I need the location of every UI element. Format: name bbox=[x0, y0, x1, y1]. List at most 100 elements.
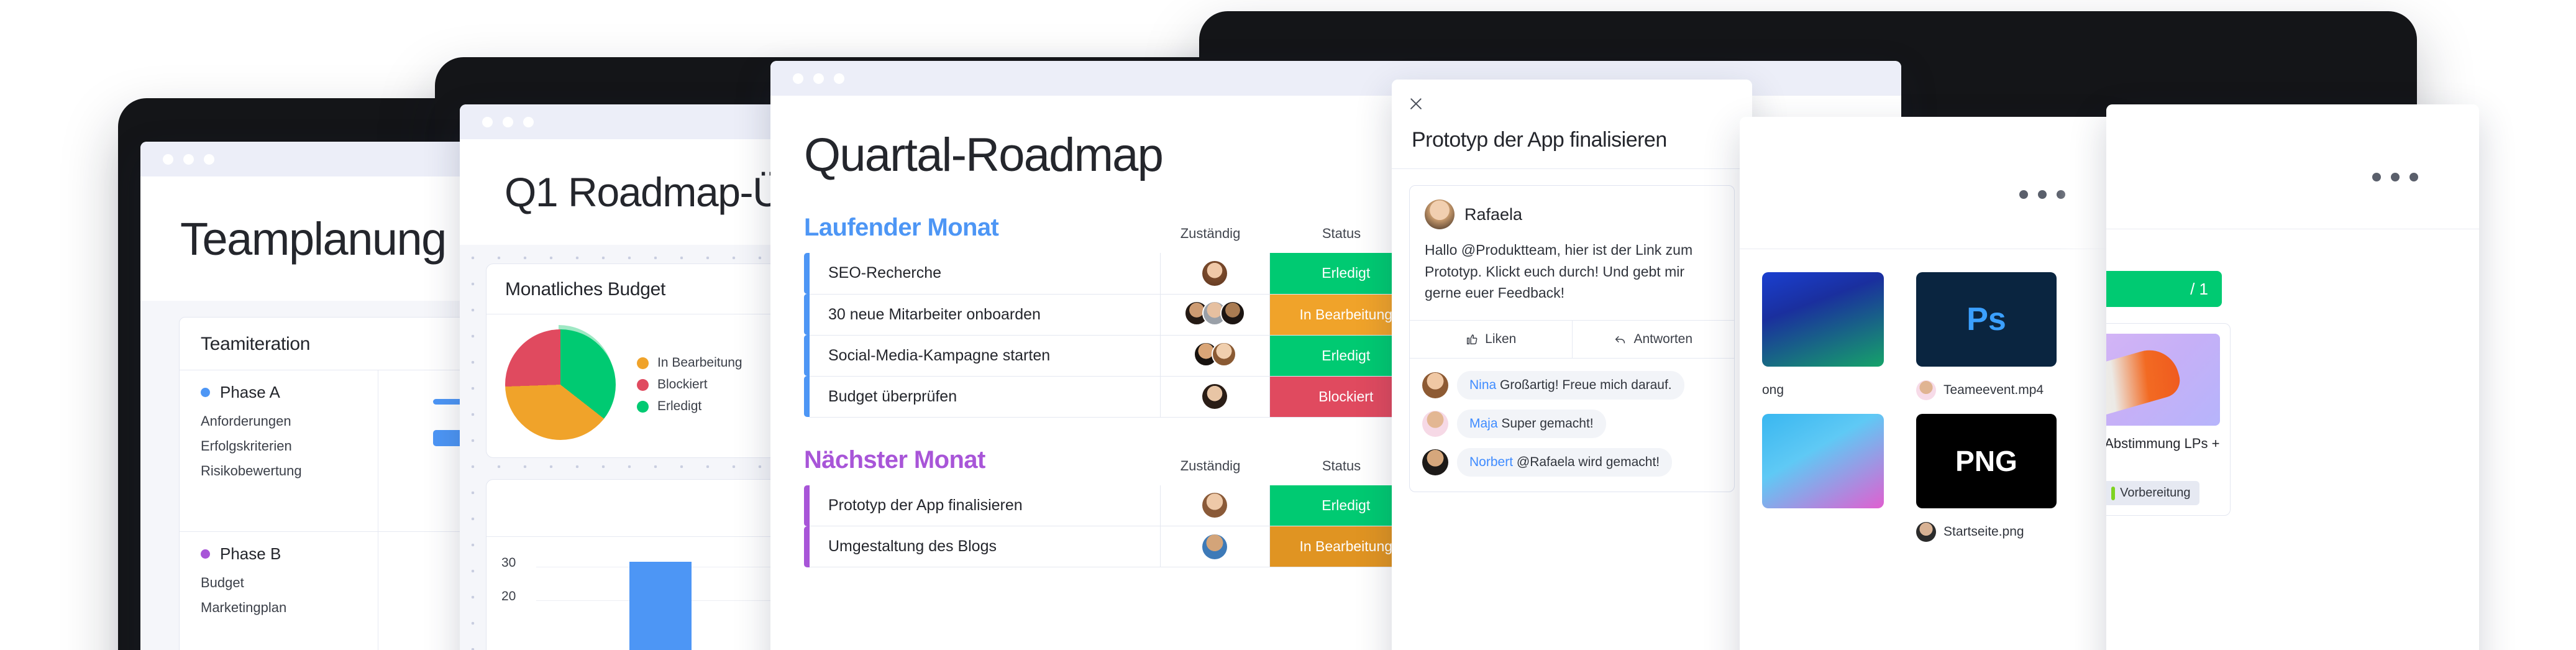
gantt-task[interactable]: Marketingplan bbox=[201, 600, 378, 616]
cell-task-name[interactable]: Prototyp der App finalisieren bbox=[810, 485, 1161, 526]
file-tile[interactable] bbox=[1762, 272, 1884, 367]
window-dot-minimize[interactable] bbox=[183, 153, 194, 165]
widget-title bbox=[505, 495, 796, 516]
reply-item[interactable]: Nina Großartig! Freue mich darauf. bbox=[1422, 370, 1722, 400]
avatar[interactable] bbox=[1422, 410, 1448, 437]
cell-task-name[interactable]: SEO-Recherche bbox=[810, 253, 1161, 295]
reply-author[interactable]: Nina bbox=[1469, 378, 1496, 392]
file-tile[interactable]: Ps bbox=[1916, 272, 2057, 367]
file-tile[interactable] bbox=[1762, 414, 1884, 508]
cell-responsible[interactable] bbox=[1160, 526, 1270, 567]
gantt-task[interactable]: Erfolgskriterien bbox=[201, 438, 378, 454]
kanban-card[interactable]: nding - Abstimmung LPs + Minisite ittel … bbox=[2106, 323, 2231, 516]
window-dot-maximize[interactable] bbox=[204, 153, 214, 165]
update-author-name: Rafaela bbox=[1464, 204, 1523, 224]
cell-task-name[interactable]: Social-Media-Kampagne starten bbox=[810, 335, 1161, 377]
y-tick-label: 30 bbox=[501, 556, 516, 570]
pie-chart[interactable] bbox=[503, 325, 616, 440]
table-laufender-monat: SEO-Recherche Erledigt 30 neue Mitarbeit… bbox=[804, 253, 1422, 418]
file-thumbnail-image[interactable] bbox=[1762, 414, 1884, 508]
avatar[interactable] bbox=[1202, 493, 1227, 518]
avatar[interactable] bbox=[1422, 372, 1448, 398]
file-thumbnail-image[interactable] bbox=[1762, 272, 1884, 367]
window-dot-close[interactable] bbox=[163, 153, 173, 165]
cell-task-name[interactable]: Umgestaltung des Blogs bbox=[810, 526, 1161, 567]
avatar[interactable] bbox=[1211, 341, 1236, 367]
file-thumbnail-png[interactable]: PNG bbox=[1916, 414, 2057, 508]
cell-responsible[interactable] bbox=[1160, 294, 1270, 336]
bar-chart[interactable]: 30 20 bbox=[486, 537, 815, 650]
avatar[interactable] bbox=[1422, 449, 1448, 475]
bar-series-1[interactable] bbox=[629, 562, 692, 650]
gantt-task[interactable]: Risikobewertung bbox=[201, 463, 378, 479]
pie-legend: In Bearbeitung Blockiert Erledigt bbox=[637, 349, 742, 421]
table-row[interactable]: Social-Media-Kampagne starten Erledigt bbox=[804, 335, 1422, 377]
reply-text: Großartig! Freue mich darauf. bbox=[1500, 377, 1672, 392]
window-dot-minimize[interactable] bbox=[503, 116, 513, 127]
avatar[interactable] bbox=[1220, 300, 1245, 326]
dot-icon bbox=[2019, 190, 2028, 199]
group-color-bar bbox=[804, 335, 810, 376]
avatar-group[interactable] bbox=[1193, 341, 1236, 367]
window-dot-minimize[interactable] bbox=[813, 73, 824, 84]
table-row[interactable]: Umgestaltung des Blogs In Bearbeitung bbox=[804, 526, 1422, 567]
file-name: Startseite.png bbox=[1943, 524, 2024, 539]
avatar[interactable] bbox=[1202, 534, 1227, 559]
panel-close-area bbox=[1392, 80, 1752, 112]
more-options-button[interactable] bbox=[2372, 173, 2418, 181]
legend-item[interactable]: In Bearbeitung bbox=[637, 355, 742, 370]
cell-responsible[interactable] bbox=[1160, 335, 1270, 377]
reply-item[interactable]: Norbert @Rafaela wird gemacht! bbox=[1422, 447, 1722, 477]
sneaker-image bbox=[2106, 343, 2184, 423]
avatar-group[interactable] bbox=[1184, 300, 1245, 326]
gantt-task-column: Phase A Anforderungen Erfolgskriterien R… bbox=[180, 370, 378, 650]
reply-item[interactable]: Maja Super gemacht! bbox=[1422, 409, 1722, 438]
reply-arrow-icon bbox=[1615, 336, 1625, 343]
legend-item[interactable]: Erledigt bbox=[637, 399, 742, 414]
widget-body: In Bearbeitung Blockiert Erledigt bbox=[486, 314, 815, 457]
table-row[interactable]: Budget überprüfen Blockiert bbox=[804, 376, 1422, 418]
avatar[interactable] bbox=[1916, 522, 1936, 542]
gantt-group-phase-b[interactable]: Phase B Budget Marketingplan bbox=[180, 532, 378, 650]
gantt-task[interactable]: Budget bbox=[201, 575, 378, 591]
kanban-card-title: nding - Abstimmung LPs + Minisite bbox=[2106, 436, 2220, 451]
more-options-button[interactable] bbox=[2019, 190, 2065, 199]
reply-button[interactable]: Antworten bbox=[1571, 320, 1735, 358]
avatar[interactable] bbox=[1425, 199, 1455, 229]
file-thumbnail-photoshop[interactable]: Ps bbox=[1916, 272, 2057, 367]
window-dot-maximize[interactable] bbox=[523, 116, 534, 127]
cell-responsible[interactable] bbox=[1160, 485, 1270, 526]
avatar[interactable] bbox=[1916, 380, 1936, 400]
window-dot-close[interactable] bbox=[793, 73, 803, 84]
phase-row-b[interactable]: Phase B bbox=[201, 544, 378, 564]
cell-task-name[interactable]: 30 neue Mitarbeiter onboarden bbox=[810, 294, 1161, 336]
avatar[interactable] bbox=[1202, 260, 1227, 286]
gantt-task[interactable]: Anforderungen bbox=[201, 413, 378, 429]
gantt-group-phase-a[interactable]: Phase A Anforderungen Erfolgskriterien R… bbox=[180, 370, 378, 532]
phase-row-a[interactable]: Phase A bbox=[201, 383, 378, 402]
window-update-panel: Prototyp der App finalisieren Rafaela Ha… bbox=[1392, 80, 1752, 650]
window-dot-maximize[interactable] bbox=[834, 73, 844, 84]
cell-task-name[interactable]: Budget überprüfen bbox=[810, 376, 1161, 418]
dot-icon bbox=[2391, 173, 2400, 181]
tag-badge[interactable]: Vorbereitung bbox=[2106, 481, 2199, 506]
cell-responsible[interactable] bbox=[1160, 376, 1270, 418]
file-tile[interactable]: PNG bbox=[1916, 414, 2057, 508]
like-button[interactable]: Liken bbox=[1410, 321, 1572, 358]
update-panel-body: Prototyp der App finalisieren Rafaela Ha… bbox=[1392, 80, 1752, 650]
table-row[interactable]: Prototyp der App finalisieren Erledigt bbox=[804, 485, 1422, 526]
file-caption: Teameevent.mp4 bbox=[1916, 380, 2057, 400]
cell-responsible[interactable] bbox=[1160, 253, 1270, 295]
close-icon[interactable] bbox=[1408, 96, 1424, 112]
kanban-column-header[interactable]: / 1 bbox=[2106, 271, 2222, 307]
legend-item[interactable]: Blockiert bbox=[637, 377, 742, 392]
window-dot-close[interactable] bbox=[482, 116, 493, 127]
table-row[interactable]: SEO-Recherche Erledigt bbox=[804, 253, 1422, 295]
reply-author[interactable]: Maja bbox=[1469, 416, 1498, 431]
reply-author[interactable]: Norbert bbox=[1469, 455, 1513, 469]
legend-label: Blockiert bbox=[657, 377, 708, 391]
avatar[interactable] bbox=[1202, 384, 1227, 409]
group-title: Nächster Monat bbox=[804, 446, 985, 474]
table-row[interactable]: 30 neue Mitarbeiter onboarden In Bearbei… bbox=[804, 294, 1422, 336]
window-kanban-board: / 1 nding - Abstimmung LPs + Minisite it… bbox=[2106, 104, 2479, 650]
